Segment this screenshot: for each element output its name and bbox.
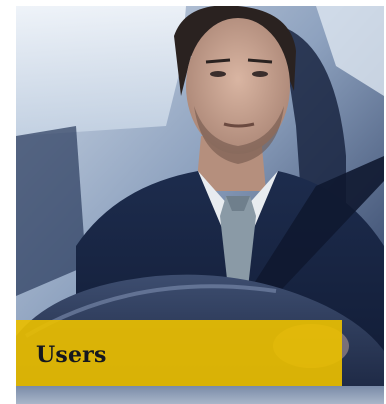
users-label: Users — [36, 342, 107, 368]
users-card[interactable]: Users — [16, 6, 384, 404]
caption-banner[interactable]: Users — [16, 320, 342, 386]
photo-bottom-strip — [16, 386, 384, 404]
